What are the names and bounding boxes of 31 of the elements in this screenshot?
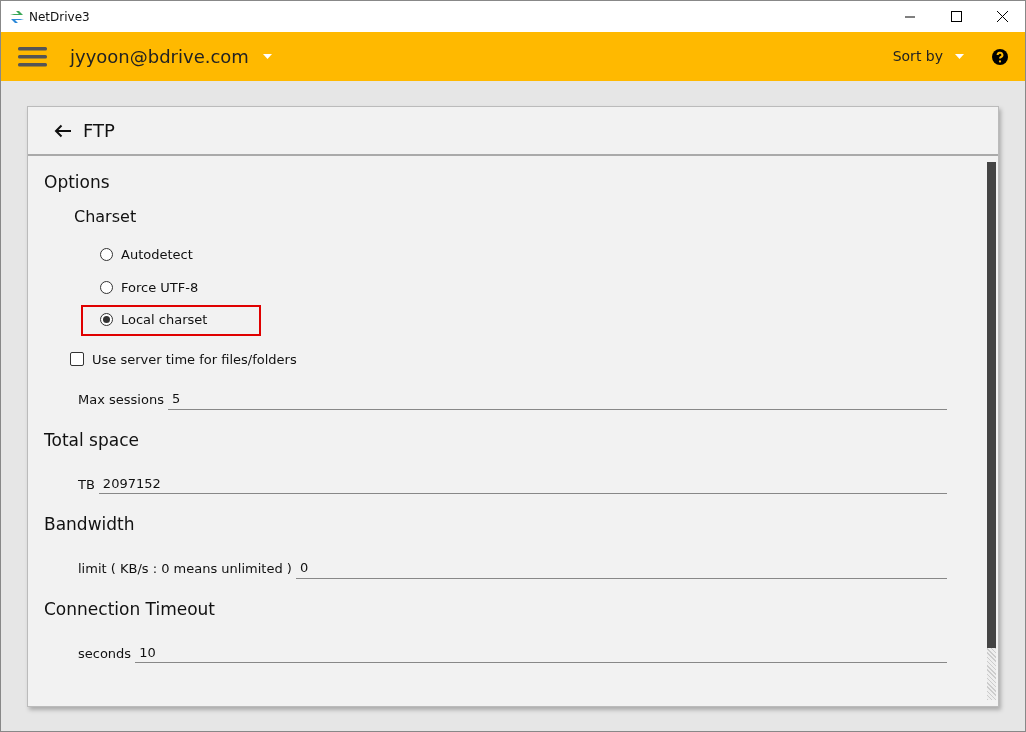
field-label: limit ( KB/s : 0 means unlimited ) bbox=[78, 560, 292, 578]
account-dropdown[interactable]: jyyoon@bdrive.com bbox=[70, 43, 249, 70]
back-arrow-icon[interactable] bbox=[54, 123, 71, 138]
checkbox[interactable] bbox=[70, 352, 84, 367]
app-logo-icon bbox=[9, 9, 25, 24]
radio-button[interactable] bbox=[100, 280, 113, 294]
close-icon[interactable] bbox=[996, 11, 1008, 22]
field-label: Max sessions bbox=[78, 391, 164, 409]
scrollbar[interactable] bbox=[987, 162, 996, 700]
group-heading: Charset bbox=[74, 206, 138, 228]
maximize-icon[interactable] bbox=[950, 11, 962, 22]
checkbox-label[interactable]: Use server time for files/folders bbox=[92, 349, 297, 369]
input-field[interactable]: 5 bbox=[167, 389, 947, 410]
field-label: TB bbox=[78, 475, 95, 494]
field-label: seconds bbox=[78, 644, 132, 663]
radio-label[interactable]: Force UTF-8 bbox=[121, 277, 199, 297]
menu-icon[interactable] bbox=[18, 46, 47, 67]
input-field[interactable]: 2097152 bbox=[98, 473, 947, 494]
radio-button[interactable] bbox=[100, 248, 113, 262]
radio-label[interactable]: Autodetect bbox=[121, 245, 193, 265]
input-field[interactable]: 10 bbox=[135, 642, 947, 663]
section-heading: Connection Timeout bbox=[44, 597, 217, 621]
window-title: NetDrive3 bbox=[29, 8, 90, 26]
radio-option[interactable]: Local charset bbox=[81, 305, 262, 336]
section-heading: Bandwidth bbox=[44, 513, 136, 536]
page-title: FTP bbox=[83, 119, 115, 143]
input-field[interactable]: 0 bbox=[295, 558, 947, 579]
sort-dropdown[interactable]: Sort by bbox=[892, 46, 943, 67]
section-heading: Total space bbox=[44, 428, 140, 452]
help-icon[interactable] bbox=[992, 48, 1008, 65]
section-heading: Options bbox=[44, 171, 111, 194]
